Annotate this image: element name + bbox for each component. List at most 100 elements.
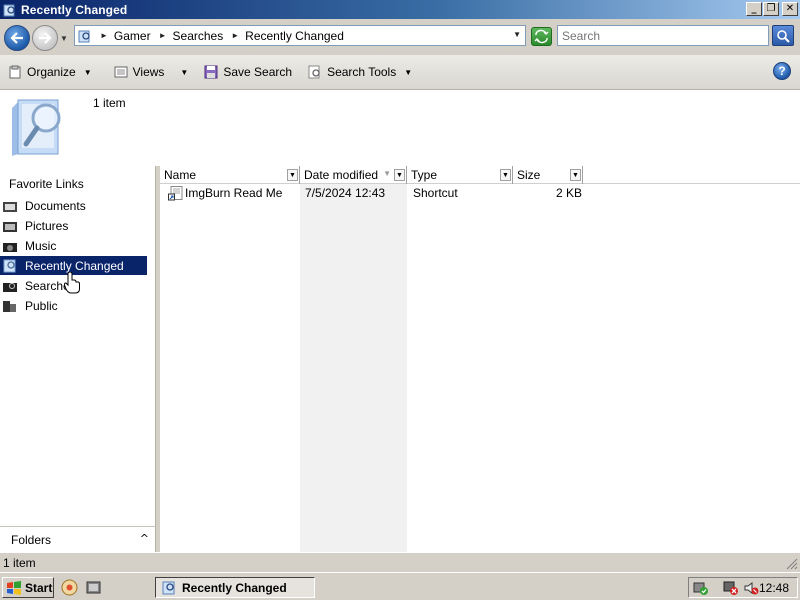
sort-descending-icon: ▼ <box>383 169 391 178</box>
shortcut-file-icon <box>168 186 183 201</box>
search-button[interactable] <box>772 25 794 46</box>
windows-logo-icon <box>7 580 21 595</box>
taskbar-button-label: Recently Changed <box>182 580 287 595</box>
security-shield-icon[interactable] <box>693 580 709 596</box>
music-icon <box>3 242 17 252</box>
sorted-column-highlight <box>300 183 407 552</box>
arrow-left-icon <box>10 32 23 44</box>
views-icon <box>114 66 128 78</box>
organize-icon <box>9 65 21 79</box>
file-name[interactable]: ImgBurn Read Me <box>185 186 282 200</box>
public-folder-icon <box>3 300 16 312</box>
hand-cursor-icon <box>64 272 80 294</box>
sidebar-item-label: Public <box>25 298 58 313</box>
help-button[interactable]: ? <box>773 62 791 80</box>
save-search-button[interactable]: Save Search <box>198 60 298 84</box>
network-disconnected-icon[interactable] <box>723 580 739 596</box>
refresh-icon <box>534 29 549 44</box>
file-list[interactable]: Name ▼ Date modified ▼ ▼ Type ▼ Size ▼ I… <box>160 166 800 552</box>
taskbar-button-recently-changed[interactable]: Recently Changed <box>155 577 315 598</box>
breadcrumb-arrow-icon[interactable]: ► <box>159 31 167 40</box>
sidebar-item-public[interactable]: Public <box>0 296 147 315</box>
sidebar-item-pictures[interactable]: Pictures <box>0 216 147 235</box>
column-headers: Name ▼ Date modified ▼ ▼ Type ▼ Size ▼ <box>160 166 800 184</box>
breadcrumb-recently-changed[interactable]: Recently Changed <box>245 29 344 43</box>
column-header-name[interactable]: Name ▼ <box>160 166 300 184</box>
breadcrumb-arrow-icon[interactable]: ► <box>231 31 239 40</box>
floppy-disk-icon <box>204 65 218 79</box>
command-bar: Organize ▼ Views ▼ Save Search Search To… <box>0 55 800 90</box>
column-filter-dropdown-icon[interactable]: ▼ <box>500 169 511 181</box>
sidebar-item-label: Documents <box>25 198 86 213</box>
views-button[interactable]: Views ▼ <box>108 60 195 84</box>
sidebar-item-label: Recently Changed <box>25 258 124 273</box>
search-tools-icon <box>308 65 320 79</box>
sidebar-item-documents[interactable]: Documents <box>0 196 147 215</box>
search-folder-icon <box>78 30 90 42</box>
forward-button[interactable] <box>32 25 58 51</box>
column-header-type[interactable]: Type ▼ <box>407 166 513 184</box>
column-header-date-modified[interactable]: Date modified ▼ ▼ <box>300 166 407 184</box>
details-header: 1 item <box>0 90 800 166</box>
search-folder-icon <box>3 4 15 16</box>
file-type: Shortcut <box>413 186 458 200</box>
column-filter-dropdown-icon[interactable]: ▼ <box>570 169 581 181</box>
sidebar-item-label: Music <box>25 238 57 253</box>
back-button[interactable] <box>4 25 30 51</box>
minimize-button[interactable]: _ <box>746 2 762 16</box>
favorite-links-heading: Favorite Links <box>9 177 84 191</box>
navigation-bar: ▼ ► Gamer ► Searches ► Recently Changed … <box>0 19 800 55</box>
file-date-modified: 7/5/2024 12:43 <box>305 186 386 200</box>
search-tools-label: Search Tools <box>327 65 397 79</box>
magnifier-icon <box>777 29 790 43</box>
column-filter-dropdown-icon[interactable]: ▼ <box>287 169 298 181</box>
searches-icon <box>3 282 17 292</box>
column-filter-dropdown-icon[interactable]: ▼ <box>394 169 405 181</box>
search-tools-dropdown-icon: ▼ <box>404 67 413 77</box>
folders-toggle[interactable]: Folders ^ <box>0 526 155 552</box>
resize-grip-icon[interactable] <box>786 558 798 570</box>
arrow-right-icon <box>39 32 52 44</box>
item-count: 1 item <box>93 96 126 110</box>
status-text: 1 item <box>3 555 36 570</box>
close-button[interactable]: ✕ <box>782 2 798 16</box>
organize-label: Organize <box>27 65 76 79</box>
address-dropdown-icon[interactable]: ▼ <box>513 30 521 39</box>
show-desktop-icon[interactable] <box>85 579 102 596</box>
status-bar: 1 item <box>0 552 800 572</box>
volume-muted-icon[interactable] <box>743 580 759 596</box>
title-bar[interactable]: Recently Changed _ ❐ ✕ <box>0 0 800 19</box>
search-tools-button[interactable]: Search Tools ▼ <box>302 60 418 84</box>
address-bar[interactable]: ► Gamer ► Searches ► Recently Changed ▼ <box>74 25 526 46</box>
sidebar-item-music[interactable]: Music <box>0 236 147 255</box>
views-label: Views <box>132 65 165 79</box>
navigation-pane: Favorite Links Documents Pictures Music <box>0 166 155 526</box>
start-label: Start <box>25 580 53 595</box>
file-size: 2 KB <box>556 186 583 200</box>
table-row[interactable]: ImgBurn Read Me 7/5/2024 12:43 Shortcut … <box>160 184 800 203</box>
organize-button[interactable]: Organize ▼ <box>2 60 98 84</box>
restore-button[interactable]: ❐ <box>763 2 779 16</box>
breadcrumb-searches[interactable]: Searches <box>173 29 224 43</box>
search-input[interactable] <box>557 25 769 46</box>
breadcrumb-arrow-icon[interactable]: ► <box>100 31 108 40</box>
column-header-size[interactable]: Size ▼ <box>513 166 583 184</box>
recent-pages-dropdown-icon[interactable]: ▼ <box>60 34 68 43</box>
clock[interactable]: 12:48 <box>759 581 789 595</box>
taskbar: Start Recently Changed 12:48 <box>0 572 800 600</box>
search-folder-icon <box>3 259 16 272</box>
breadcrumb-gamer[interactable]: Gamer <box>114 29 151 43</box>
sidebar-item-label: Pictures <box>25 218 69 233</box>
media-player-icon[interactable] <box>61 579 78 596</box>
organize-dropdown-icon: ▼ <box>83 67 92 77</box>
search-folder-large-icon <box>12 99 61 156</box>
save-search-label: Save Search <box>223 65 293 79</box>
system-tray: 12:48 <box>688 577 798 598</box>
start-button[interactable]: Start <box>2 577 54 598</box>
documents-icon <box>3 201 17 212</box>
pictures-icon <box>3 221 17 232</box>
refresh-button[interactable] <box>531 27 552 46</box>
folders-label: Folders <box>11 532 52 547</box>
window-title: Recently Changed <box>21 2 128 17</box>
views-dropdown-icon: ▼ <box>180 67 189 77</box>
